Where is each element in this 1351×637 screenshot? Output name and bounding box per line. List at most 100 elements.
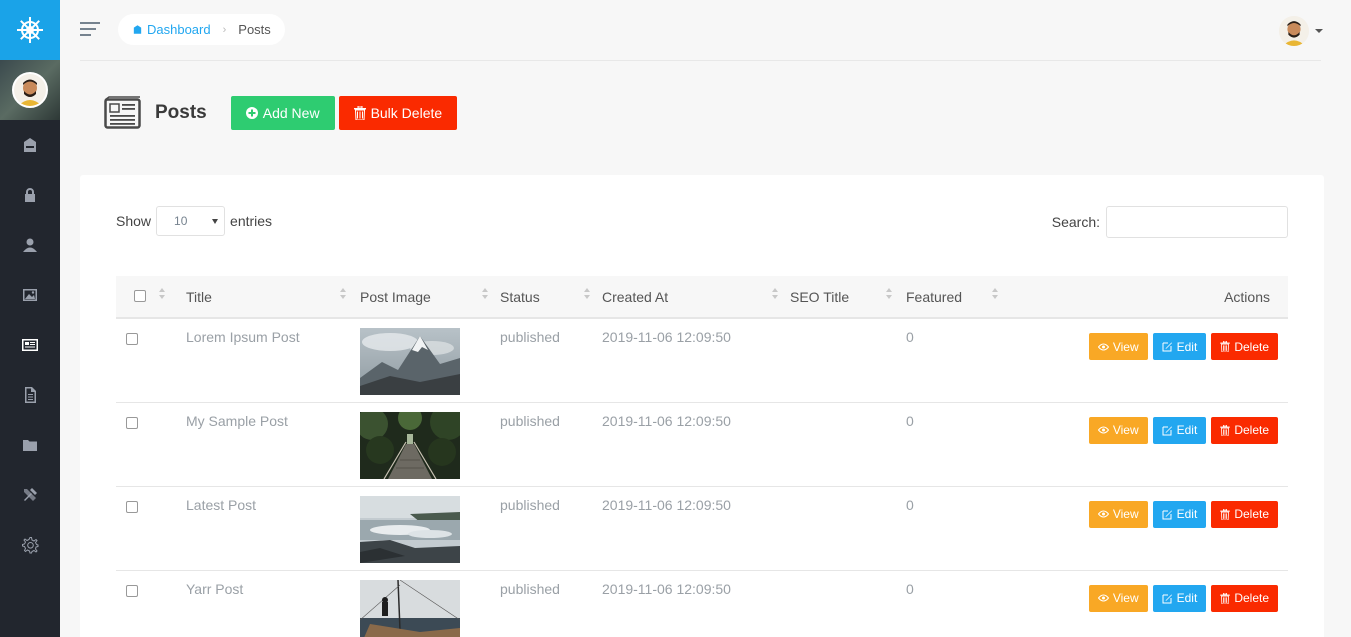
edit-icon [1162,593,1173,604]
edit-button[interactable]: Edit [1152,333,1207,360]
table-header-row: Title Post Image Status Created At SEO T… [116,276,1288,318]
edit-icon [1162,425,1173,436]
column-header-created-at[interactable]: Created At [602,276,790,318]
featured-cell: 0 [906,496,914,513]
avatar [1279,16,1309,46]
sidebar-item-dashboard[interactable] [0,120,60,170]
waterfall-image [360,495,460,563]
sidebar-item-media[interactable] [0,270,60,320]
edit-label: Edit [1176,339,1198,354]
breadcrumb-separator: › [222,23,227,36]
column-header-label: Status [500,288,540,305]
delete-button[interactable]: Delete [1211,333,1278,360]
breadcrumb-home-label: Dashboard [147,22,211,37]
delete-button[interactable]: Delete [1211,500,1278,528]
news-icon [22,339,38,351]
delete-label: Delete [1234,339,1269,354]
trash-icon [1220,592,1231,604]
featured-cell: 0 [906,412,914,429]
entries-select[interactable]: 10 [156,206,226,236]
sidebar-item-settings[interactable] [0,520,60,570]
folder-icon [23,440,37,451]
view-label: View [1112,339,1139,354]
column-header-featured[interactable]: Featured [906,276,1014,318]
sort-icon [584,288,592,302]
view-label: View [1112,507,1139,521]
mountain-image [360,328,460,395]
edit-button[interactable]: Edit [1152,500,1207,528]
actions-cell: View Edit Delete [1014,402,1288,486]
helm-icon [17,17,43,43]
tools-icon [24,488,37,501]
edit-label: Edit [1176,591,1198,605]
eye-icon [1097,343,1109,351]
user-menu[interactable] [1279,16,1323,46]
created-at-cell: 2019-11-06 12:09:50 [602,580,731,597]
page-title: Posts [155,102,207,123]
breadcrumb-dashboard-link[interactable]: Dashboard [132,22,211,37]
title-cell: Yarr Post [186,580,244,597]
dashboard-icon [133,25,142,34]
row-select-cell [116,318,186,402]
row-checkbox[interactable] [126,333,138,345]
image-cell [360,570,500,637]
column-header-post-image[interactable]: Post Image [360,276,500,318]
posts-table: Title Post Image Status Created At SEO T… [116,276,1288,637]
sort-icon[interactable] [159,288,167,302]
edit-button[interactable]: Edit [1152,416,1207,444]
edit-icon [1162,509,1173,520]
column-header-label: Post Image [360,288,431,305]
row-select-cell [116,402,186,486]
view-button[interactable]: View [1088,500,1148,528]
menu-toggle-icon[interactable] [80,22,100,38]
sidebar-item-roles[interactable] [0,170,60,220]
topbar: Dashboard › Posts [60,0,1351,61]
delete-button[interactable]: Delete [1211,416,1278,444]
sidebar-item-tools[interactable] [0,470,60,520]
search-input[interactable] [1106,206,1288,238]
sidebar-item-pages[interactable] [0,370,60,420]
sidebar [0,0,60,637]
image-cell [360,486,500,570]
news-icon [104,96,141,129]
row-checkbox[interactable] [126,416,138,429]
column-header-label: SEO Title [790,288,850,305]
brand-logo[interactable] [0,0,60,60]
image-cell [360,402,500,486]
sort-icon [992,288,1000,302]
row-checkbox[interactable] [126,500,138,513]
column-header-status[interactable]: Status [500,276,602,318]
column-header-title[interactable]: Title [186,276,360,318]
sort-icon [772,288,780,302]
select-all-header [116,276,186,318]
bulk-delete-button[interactable]: Bulk Delete [338,96,458,130]
posts-panel: Show 10 entries Search: Title Post Image [80,175,1324,637]
sidebar-item-categories[interactable] [0,420,60,470]
view-button[interactable]: View [1088,333,1148,360]
sort-icon [886,288,894,302]
created-at-cell: 2019-11-06 12:09:50 [602,412,731,429]
eye-icon [1097,426,1109,434]
created-at-cell: 2019-11-06 12:09:50 [602,496,731,513]
document-icon [25,387,36,403]
status-cell: published [500,412,560,429]
image-cell [360,318,500,402]
delete-button[interactable]: Delete [1211,584,1278,612]
add-new-button[interactable]: Add New [230,96,335,130]
sidebar-user-panel[interactable] [0,60,60,120]
view-button[interactable]: View [1088,416,1148,444]
sidebar-item-posts[interactable] [0,320,60,370]
lock-icon [25,188,35,202]
featured-cell: 0 [906,329,914,345]
dashboard-icon [24,138,36,152]
view-button[interactable]: View [1088,584,1148,612]
edit-button[interactable]: Edit [1152,584,1207,612]
avatar [12,72,48,108]
column-header-label: Title [186,288,212,305]
column-header-seo-title[interactable]: SEO Title [790,276,906,318]
select-all-checkbox[interactable] [134,290,146,302]
entries-length-control: Show 10 entries [116,206,272,236]
breadcrumb-current: Posts [238,22,271,37]
sidebar-item-users[interactable] [0,220,60,270]
row-checkbox[interactable] [126,584,138,597]
